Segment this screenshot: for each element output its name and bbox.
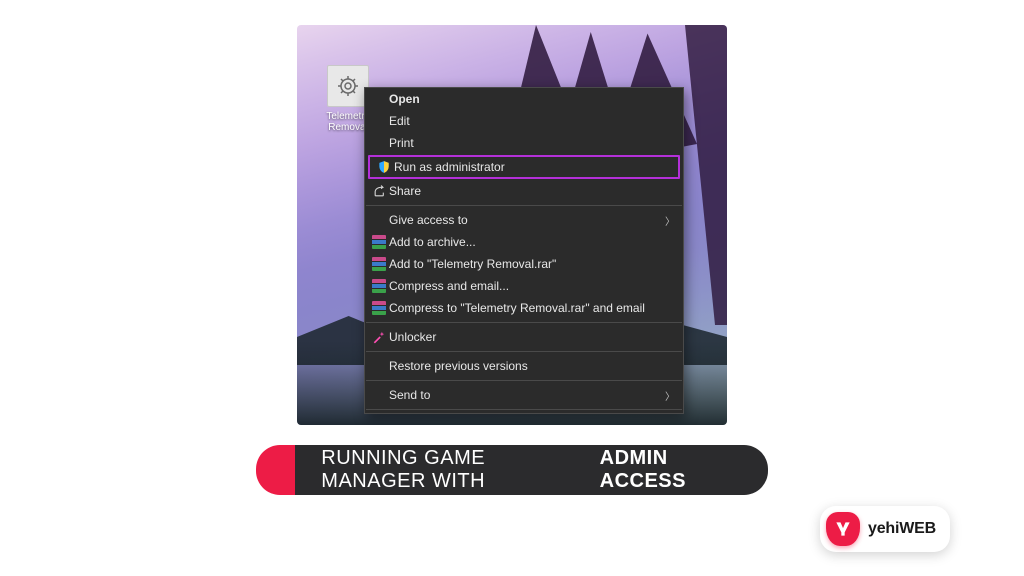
logo-suffix: WEB — [899, 520, 936, 537]
menu-item-label: Restore previous versions — [389, 359, 675, 373]
menu-item-label: Add to "Telemetry Removal.rar" — [389, 257, 675, 271]
menu-item-edit[interactable]: Edit — [365, 110, 683, 132]
winrar-icon — [369, 278, 389, 294]
menu-separator — [366, 351, 682, 352]
logo-prefix: yehi — [868, 520, 899, 537]
menu-item-label: Print — [389, 136, 675, 150]
logo-badge-icon — [826, 512, 860, 546]
context-menu: Open Edit Print Run as administrator Sha… — [364, 87, 684, 414]
caption-banner: RUNNING GAME MANAGER WITH ADMIN ACCESS — [256, 445, 768, 495]
desktop-screenshot: Telemetry Removal Open Edit Print Run as… — [297, 25, 727, 425]
batch-file-icon — [327, 65, 369, 107]
menu-separator — [366, 322, 682, 323]
menu-item-give-access[interactable]: Give access to 〉 — [365, 209, 683, 231]
caption-normal-text: RUNNING GAME MANAGER WITH — [321, 447, 593, 493]
menu-item-label: Add to archive... — [389, 235, 675, 249]
menu-item-label: Open — [389, 92, 675, 106]
menu-item-compress-rar-email[interactable]: Compress to "Telemetry Removal.rar" and … — [365, 297, 683, 319]
winrar-icon — [369, 300, 389, 316]
menu-item-restore-versions[interactable]: Restore previous versions — [365, 355, 683, 377]
menu-item-run-as-admin[interactable]: Run as administrator — [370, 157, 678, 177]
caption-bold-text: ADMIN ACCESS — [600, 447, 730, 493]
menu-item-label: Run as administrator — [394, 160, 670, 174]
winrar-icon — [369, 234, 389, 250]
caption-text: RUNNING GAME MANAGER WITH ADMIN ACCESS — [295, 445, 768, 495]
menu-item-label: Unlocker — [389, 330, 675, 344]
menu-item-add-archive[interactable]: Add to archive... — [365, 231, 683, 253]
menu-item-open[interactable]: Open — [365, 88, 683, 110]
winrar-icon — [369, 256, 389, 272]
highlighted-menu-item: Run as administrator — [368, 155, 680, 179]
logo-text: yehiWEB — [868, 520, 936, 538]
caption-accent — [256, 445, 295, 495]
menu-item-send-to[interactable]: Send to 〉 — [365, 384, 683, 406]
menu-item-add-rar[interactable]: Add to "Telemetry Removal.rar" — [365, 253, 683, 275]
menu-item-label: Share — [389, 184, 675, 198]
share-icon — [369, 183, 389, 199]
site-logo: yehiWEB — [820, 506, 950, 552]
menu-item-unlocker[interactable]: Unlocker — [365, 326, 683, 348]
menu-item-compress-email[interactable]: Compress and email... — [365, 275, 683, 297]
submenu-arrow-icon: 〉 — [663, 388, 675, 403]
shield-icon — [374, 159, 394, 175]
menu-item-share[interactable]: Share — [365, 180, 683, 202]
menu-item-print[interactable]: Print — [365, 132, 683, 154]
menu-item-label: Edit — [389, 114, 675, 128]
menu-item-label: Give access to — [389, 213, 663, 227]
menu-separator — [366, 409, 682, 410]
menu-separator — [366, 205, 682, 206]
submenu-arrow-icon: 〉 — [663, 213, 675, 228]
menu-separator — [366, 380, 682, 381]
menu-item-label: Compress to "Telemetry Removal.rar" and … — [389, 301, 675, 315]
menu-item-label: Send to — [389, 388, 663, 402]
menu-item-label: Compress and email... — [389, 279, 675, 293]
wand-icon — [369, 329, 389, 345]
